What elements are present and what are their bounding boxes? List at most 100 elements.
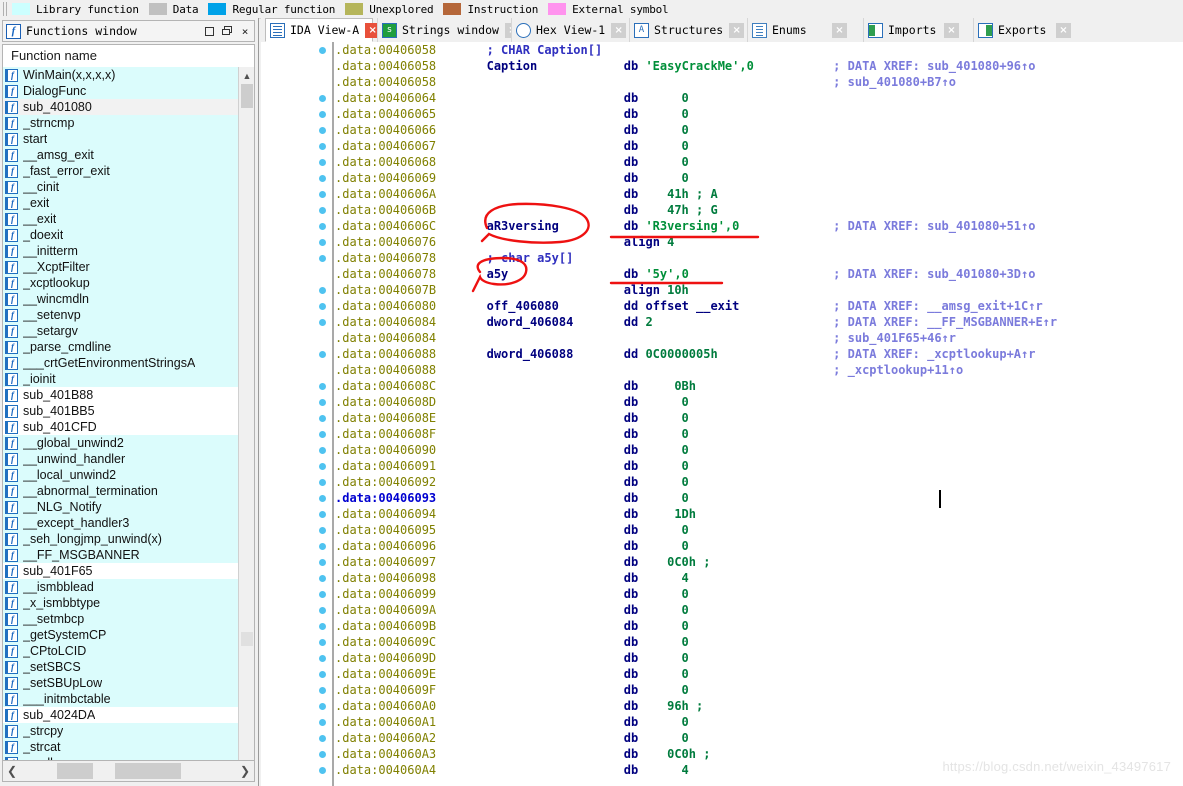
- line-operand[interactable]: 2: [645, 314, 652, 330]
- function-list-item[interactable]: f WinMain(x,x,x,x): [3, 67, 239, 83]
- function-list-item[interactable]: f __setargv: [3, 323, 239, 339]
- tab-ida-view-a[interactable]: IDA View-A ×: [265, 18, 381, 42]
- function-list-item[interactable]: f __abnormal_termination: [3, 483, 239, 499]
- line-xref-comment[interactable]: ; sub_401F65+46↑r: [833, 330, 956, 346]
- function-list-item[interactable]: f _CPtoLCID: [3, 643, 239, 659]
- function-list-item[interactable]: f DialogFunc: [3, 83, 239, 99]
- line-operand[interactable]: 0: [682, 650, 689, 666]
- line-operand[interactable]: 4: [682, 762, 689, 778]
- line-xref-comment[interactable]: ; _xcptlookup+11↑o: [833, 362, 963, 378]
- tab-imports[interactable]: Imports ×: [863, 18, 963, 42]
- line-operand[interactable]: 0: [682, 522, 689, 538]
- disassembly-line[interactable]: .data:00406068 db 0: [335, 154, 1183, 170]
- tab-close-icon[interactable]: ×: [729, 22, 745, 38]
- view-tabstrip[interactable]: IDA View-A×sStrings window×Hex View-1×AS…: [261, 18, 1183, 42]
- line-operand[interactable]: 0: [682, 730, 689, 746]
- line-operand[interactable]: 0: [682, 394, 689, 410]
- function-list-item[interactable]: f __cinit: [3, 179, 239, 195]
- line-operand[interactable]: 0C0h ;: [667, 554, 710, 570]
- disassembly-line[interactable]: .data:00406084 ; sub_401F65+46↑r: [335, 330, 1183, 346]
- line-xref-comment[interactable]: ; DATA XREF: sub_401080+96↑o: [833, 58, 1035, 74]
- function-list-item[interactable]: f _seh_longjmp_unwind(x): [3, 531, 239, 547]
- function-list-item[interactable]: f __ismbblead: [3, 579, 239, 595]
- function-list-item[interactable]: f sub_401CFD: [3, 419, 239, 435]
- disassembly-line[interactable]: .data:004060A1 db 0: [335, 714, 1183, 730]
- line-operand[interactable]: 0: [682, 490, 689, 506]
- tab-close-icon[interactable]: ×: [944, 22, 959, 38]
- disassembly-line[interactable]: .data:00406093 db 0: [335, 490, 1183, 506]
- line-operand[interactable]: 'R3versing',0: [645, 218, 739, 234]
- disassembly-line[interactable]: .data:00406076 align 4: [335, 234, 1183, 250]
- disassembly-line[interactable]: .data:00406058 Caption db 'EasyCrackMe',0 ; …: [335, 58, 1183, 74]
- line-operand[interactable]: 0: [682, 458, 689, 474]
- function-list-item[interactable]: f start: [3, 131, 239, 147]
- function-list-item[interactable]: f _getSystemCP: [3, 627, 239, 643]
- line-operand[interactable]: 0: [682, 410, 689, 426]
- horizontal-scroll-thumb[interactable]: [57, 763, 181, 779]
- disassembly-line[interactable]: .data:0040609F db 0: [335, 682, 1183, 698]
- disassembly-line[interactable]: .data:00406067 db 0: [335, 138, 1183, 154]
- function-list-item[interactable]: f ___initmbctable: [3, 691, 239, 707]
- disassembly-line[interactable]: .data:0040609A db 0: [335, 602, 1183, 618]
- line-operand[interactable]: 0C0h ;: [667, 746, 710, 762]
- line-operand[interactable]: 0: [682, 682, 689, 698]
- function-list-item[interactable]: f _ioinit: [3, 371, 239, 387]
- line-label[interactable]: dword_406084: [487, 314, 574, 330]
- disassembly-line[interactable]: .data:00406098 db 4: [335, 570, 1183, 586]
- line-operand[interactable]: 10h: [667, 282, 689, 298]
- scroll-up-arrow-icon[interactable]: ▲: [239, 67, 254, 84]
- line-xref-comment[interactable]: ; DATA XREF: sub_401080+3D↑o: [833, 266, 1035, 282]
- line-label[interactable]: a5y: [487, 266, 509, 282]
- disassembly-line[interactable]: .data:0040609C db 0: [335, 634, 1183, 650]
- tab-close-icon[interactable]: ×: [1056, 22, 1071, 38]
- disassembly-line[interactable]: .data:00406078 a5y db '5y',0 ; DATA XREF: su…: [335, 266, 1183, 282]
- disassembly-line[interactable]: .data:00406091 db 0: [335, 458, 1183, 474]
- functions-list[interactable]: f WinMain(x,x,x,x) f DialogFunc f sub_401080 f…: [3, 67, 239, 773]
- line-operand[interactable]: 0: [682, 106, 689, 122]
- function-list-item[interactable]: f _strncmp: [3, 115, 239, 131]
- disassembly-line[interactable]: .data:00406084 dword_406084 dd 2 ; DATA XREF…: [335, 314, 1183, 330]
- line-operand[interactable]: 0: [682, 714, 689, 730]
- tab-enums[interactable]: Enums ×: [747, 18, 851, 42]
- disassembly-line[interactable]: .data:004060A0 db 96h ;: [335, 698, 1183, 714]
- function-name-column-header[interactable]: Function name: [3, 45, 254, 67]
- disassembly-line[interactable]: .data:00406058 ; sub_401080+B7↑o: [335, 74, 1183, 90]
- tab-hex-view-1[interactable]: Hex View-1 ×: [511, 18, 627, 42]
- function-list-item[interactable]: f __amsg_exit: [3, 147, 239, 163]
- line-xref-comment[interactable]: ; DATA XREF: __FF_MSGBANNER+E↑r: [833, 314, 1057, 330]
- line-operand[interactable]: 0: [682, 538, 689, 554]
- maximize-button[interactable]: [200, 22, 218, 40]
- line-operand[interactable]: 0: [682, 586, 689, 602]
- disassembly-line[interactable]: .data:00406096 db 0: [335, 538, 1183, 554]
- line-operand[interactable]: '5y',0: [645, 266, 688, 282]
- disassembly-line[interactable]: .data:00406094 db 1Dh: [335, 506, 1183, 522]
- tab-strings-window[interactable]: sStrings window×: [377, 18, 520, 42]
- functions-list-vertical-scrollbar[interactable]: ▲ ▼: [238, 67, 254, 773]
- line-operand[interactable]: 96h ;: [667, 698, 703, 714]
- vertical-scroll-thumb[interactable]: [241, 84, 253, 108]
- line-operand[interactable]: 'EasyCrackMe',0: [645, 58, 753, 74]
- disassembly-line[interactable]: .data:0040607B align 10h: [335, 282, 1183, 298]
- line-label[interactable]: Caption: [487, 58, 538, 74]
- disassembly-line[interactable]: .data:00406058 ; CHAR Caption[]: [335, 42, 1183, 58]
- disassembly-line[interactable]: .data:0040608F db 0: [335, 426, 1183, 442]
- function-list-item[interactable]: f __FF_MSGBANNER: [3, 547, 239, 563]
- function-list-item[interactable]: f _strcpy: [3, 723, 239, 739]
- disassembly-line[interactable]: .data:00406080 off_406080 dd offset __exit;…: [335, 298, 1183, 314]
- line-operand[interactable]: 4: [682, 570, 689, 586]
- function-list-item[interactable]: f __local_unwind2: [3, 467, 239, 483]
- line-operand[interactable]: 0: [682, 138, 689, 154]
- function-list-item[interactable]: f ___crtGetEnvironmentStringsA: [3, 355, 239, 371]
- function-list-item[interactable]: f _strcat: [3, 739, 239, 755]
- function-list-item[interactable]: f sub_401BB5: [3, 403, 239, 419]
- line-xref-comment[interactable]: ; sub_401080+B7↑o: [833, 74, 956, 90]
- disassembly-line[interactable]: .data:00406088 dword_406088 dd 0C0000005h ; …: [335, 346, 1183, 362]
- horizontal-scroll-track[interactable]: [21, 763, 236, 779]
- line-operand[interactable]: 0: [682, 602, 689, 618]
- function-list-item[interactable]: f _xcptlookup: [3, 275, 239, 291]
- toolbar-grip[interactable]: [2, 2, 9, 16]
- function-list-item[interactable]: f __setmbcp: [3, 611, 239, 627]
- line-operand[interactable]: 0: [682, 170, 689, 186]
- line-operand[interactable]: 47h ; G: [667, 202, 718, 218]
- scroll-right-arrow-icon[interactable]: ❯: [236, 761, 254, 781]
